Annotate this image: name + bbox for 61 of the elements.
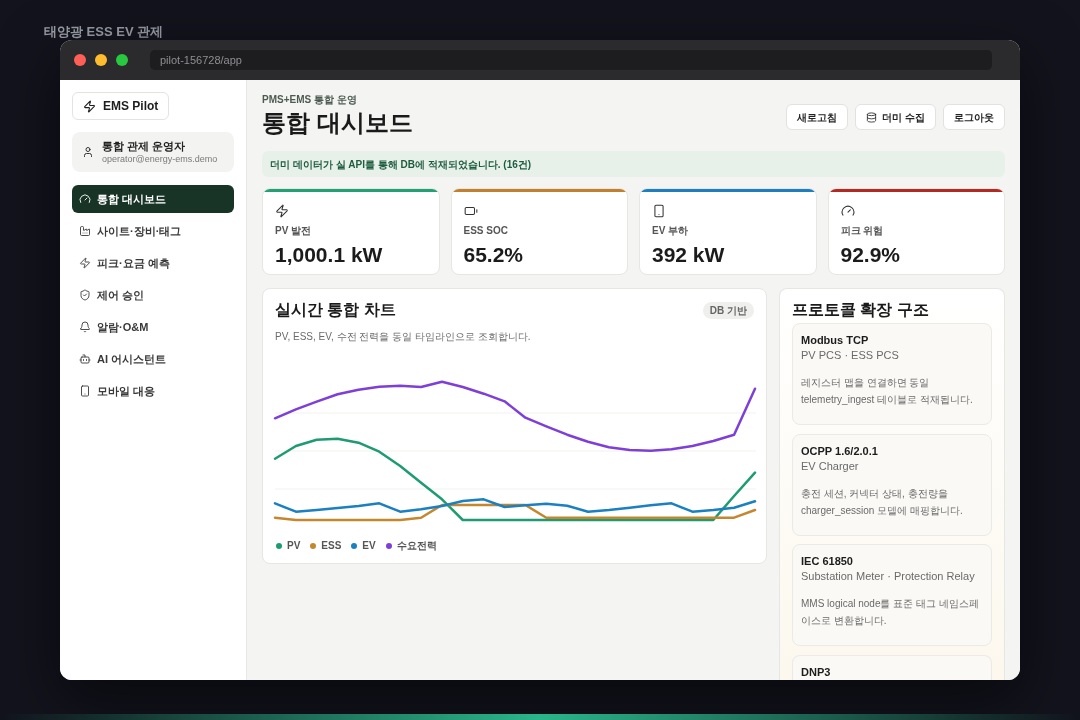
panel-title: 프로토콜 확장 구조: [792, 300, 930, 320]
address-bar[interactable]: pilot-156728/app: [150, 50, 992, 70]
eyebrow-label: PMS+EMS 통합 운영: [262, 93, 357, 106]
user-email: operator@energy-ems.demo: [102, 152, 218, 165]
protocol-name: IEC 61850: [801, 554, 853, 568]
sidebar-item[interactable]: 제어 승인: [72, 281, 234, 309]
header-button[interactable]: 더미 수집: [855, 104, 936, 130]
minimize-icon[interactable]: [95, 54, 107, 66]
protocol-description: MMS logical node를 표준 태그 네임스페이스로 변환합니다.: [801, 597, 980, 628]
close-icon[interactable]: [74, 54, 86, 66]
battery-icon: [463, 204, 478, 218]
phone-icon: [79, 385, 91, 397]
kpi-value: 1,000.1 kW: [275, 243, 383, 267]
lightning-icon: [79, 257, 91, 269]
sidebar-item[interactable]: 알람·O&M: [72, 313, 234, 341]
kpi-label: ESS SOC: [463, 225, 508, 237]
header-button[interactable]: 로그아웃: [943, 104, 1005, 130]
sidebar-item[interactable]: 사이트·장비·태그: [72, 217, 234, 245]
kpi-value: 392 kW: [652, 243, 725, 267]
chart-subtitle: PV, ESS, EV, 수전 전력을 동일 타임라인으로 조회합니다.: [275, 330, 532, 344]
protocol-description: 충전 세션, 커넥터 상태, 충전량을 charger_session 모델에 매핑합니다.: [801, 486, 964, 518]
header-button[interactable]: 새로고침: [786, 104, 849, 130]
lightning-icon: [83, 99, 96, 113]
bell-icon: [79, 321, 91, 333]
phone-icon: [652, 204, 666, 218]
database-icon: [866, 111, 878, 123]
protocol-devices: PV PCS · ESS PCS: [801, 348, 899, 363]
protocol-devices: EV Charger: [801, 458, 859, 474]
gauge-icon: [79, 193, 91, 205]
user-icon: [82, 146, 94, 158]
kpi-label: EV 부하: [652, 225, 689, 237]
sidebar-item[interactable]: 피크·요금 예측: [72, 249, 234, 277]
legend-label: PV: [287, 540, 301, 552]
page-title: 통합 대시보드: [262, 108, 413, 138]
kpi-label: PV 발전: [275, 225, 312, 237]
protocol-name: Modbus TCP: [801, 333, 869, 347]
legend-label: 수요전력: [396, 540, 437, 552]
notice-banner: 더미 데이터가 실 API를 통해 DB에 적재되었습니다. (16건): [262, 151, 1005, 177]
legend-label: EV: [362, 540, 376, 552]
chart-title: 실시간 통합 차트: [275, 300, 396, 320]
kpi-value: 65.2%: [463, 243, 524, 267]
sidebar-item[interactable]: 모바일 대응: [72, 377, 234, 405]
legend-label: ESS: [321, 540, 342, 552]
sidebar-item[interactable]: 통합 대시보드: [72, 185, 234, 213]
robot-icon: [79, 353, 91, 365]
lightning-icon: [275, 204, 289, 218]
protocol-devices: Substation Meter · Protection Relay: [801, 569, 975, 584]
source-badge: DB 기반: [702, 301, 754, 319]
protocol-name: OCPP 1.6/2.0.1: [801, 443, 878, 458]
factory-icon: [79, 225, 91, 237]
sidebar-item[interactable]: AI 어시스턴트: [72, 345, 234, 373]
kpi-value: 92.9%: [840, 243, 901, 267]
protocol-name: DNP3: [801, 664, 831, 679]
page-caption: 태양광 ESS EV 관제: [44, 24, 164, 39]
user-name: 통합 관제 운영자: [102, 139, 187, 153]
protocol-description: 레지스터 맵을 연결하면 동일 telemetry_ingest 테이블로 적재됩니다.: [801, 376, 974, 407]
gauge-icon: [840, 204, 855, 218]
brand-button[interactable]: EMS Pilot: [72, 92, 170, 120]
shield-check-icon: [79, 289, 91, 301]
maximize-icon[interactable]: [116, 54, 128, 66]
kpi-label: 피크 위험: [840, 225, 884, 237]
